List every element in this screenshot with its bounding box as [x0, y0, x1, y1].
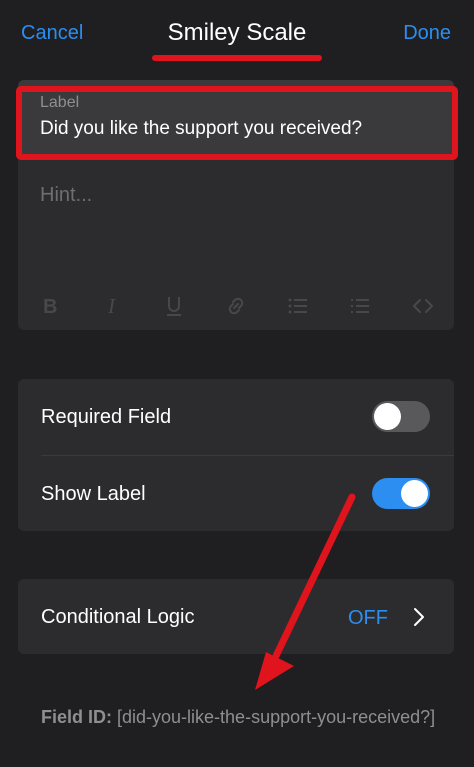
title-underline-annotation: [152, 55, 322, 61]
formatting-toolbar: B I: [18, 288, 454, 324]
svg-text:I: I: [107, 294, 116, 318]
bulleted-list-icon[interactable]: [286, 294, 310, 318]
settings-card: Required Field Show Label: [18, 379, 454, 531]
field-id-key: Field ID:: [41, 707, 112, 727]
chevron-right-icon: [414, 608, 424, 626]
conditional-logic-row[interactable]: Conditional Logic OFF: [18, 579, 454, 654]
conditional-logic-label: Conditional Logic: [41, 606, 195, 628]
show-label-toggle[interactable]: [372, 478, 430, 509]
svg-text:B: B: [43, 296, 57, 318]
show-label-label: Show Label: [41, 483, 146, 505]
field-id-value: [did-you-like-the-support-you-received?]: [117, 707, 436, 727]
code-icon[interactable]: [411, 294, 435, 318]
numbered-list-icon[interactable]: [348, 294, 372, 318]
required-field-row: Required Field: [18, 379, 454, 456]
conditional-logic-status: OFF: [348, 607, 388, 629]
italic-icon[interactable]: I: [101, 294, 125, 318]
field-id: Field ID: [did-you-like-the-support-you-…: [41, 704, 441, 731]
underline-icon[interactable]: [162, 294, 186, 318]
done-button[interactable]: Done: [403, 22, 451, 45]
required-field-label: Required Field: [41, 406, 172, 428]
bold-icon[interactable]: B: [39, 294, 63, 318]
show-label-row: Show Label: [18, 456, 454, 532]
toggle-knob: [401, 480, 428, 507]
required-field-toggle[interactable]: [372, 401, 430, 432]
label-highlight-annotation: [16, 86, 458, 160]
hint-input[interactable]: Hint...: [40, 184, 92, 207]
toggle-knob: [374, 403, 401, 430]
link-icon[interactable]: [224, 294, 248, 318]
